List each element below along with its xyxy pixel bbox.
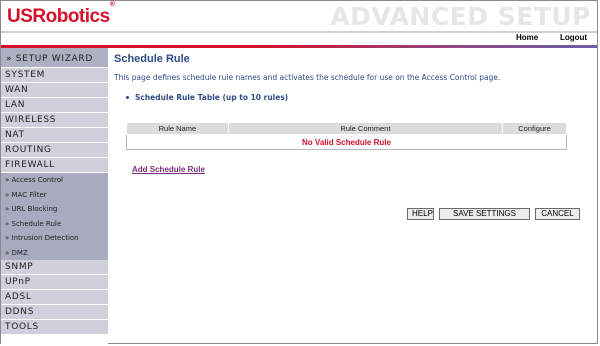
advanced-setup-watermark: ADVANCED SETUP [330, 2, 591, 31]
firewall-submenu: » Access Control » MAC Filter » URL Bloc… [1, 173, 108, 260]
app-window: USRobotics® ADVANCED SETUP Home Logout »… [0, 0, 598, 345]
sidebar-sub-url-blocking[interactable]: » URL Blocking [1, 202, 108, 217]
page-description: This page defines schedule rule names an… [114, 73, 501, 82]
sidebar-item-setup-wizard[interactable]: » SETUP WIZARD [1, 48, 108, 68]
logo-text: USRobotics [7, 6, 110, 27]
header: USRobotics® ADVANCED SETUP [1, 1, 597, 31]
cancel-button[interactable]: CANCEL [535, 208, 580, 220]
column-rule-comment: Rule Comment [227, 122, 504, 135]
sidebar-item-wan[interactable]: WAN [1, 83, 108, 98]
table-row: No Valid Schedule Rule [126, 134, 567, 150]
sidebar-item-routing[interactable]: ROUTING [1, 143, 108, 158]
sidebar-item-nat[interactable]: NAT [1, 128, 108, 143]
table-heading: Schedule Rule Table (up to 10 rules) [126, 93, 594, 102]
page-title: Schedule Rule [114, 53, 190, 65]
column-configure: Configure [502, 122, 567, 135]
column-rule-name: Rule Name [126, 122, 229, 135]
sidebar: » SETUP WIZARD SYSTEM WAN LAN WIRELESS N… [1, 48, 108, 345]
sidebar-item-ddns[interactable]: DDNS [1, 305, 108, 320]
bullet-icon [126, 95, 129, 99]
sidebar-item-adsl[interactable]: ADSL [1, 290, 108, 305]
logo-mark: ® [109, 0, 115, 8]
sidebar-item-firewall[interactable]: FIREWALL [1, 158, 108, 173]
main-content: Schedule Rule This page defines schedule… [114, 53, 594, 220]
sidebar-sub-mac-filter[interactable]: » MAC Filter [1, 188, 108, 203]
logout-link[interactable]: Logout [560, 33, 587, 42]
save-settings-button[interactable]: SAVE SETTINGS [439, 208, 530, 220]
help-button[interactable]: HELP [407, 208, 434, 220]
schedule-rule-table: Rule Name Rule Comment Configure No Vali… [126, 122, 567, 150]
sidebar-sub-schedule-rule[interactable]: » Schedule Rule [1, 217, 108, 232]
empty-table-message: No Valid Schedule Rule [126, 134, 567, 150]
sidebar-sub-intrusion-detection[interactable]: » Intrusion Detection [1, 231, 108, 246]
sidebar-item-wireless[interactable]: WIRELESS [1, 113, 108, 128]
brand-logo: USRobotics® [7, 1, 115, 28]
sidebar-item-system[interactable]: SYSTEM [1, 68, 108, 83]
home-link[interactable]: Home [516, 33, 538, 42]
sidebar-item-upnp[interactable]: UPnP [1, 275, 108, 290]
add-schedule-rule-link[interactable]: Add Schedule Rule [132, 165, 205, 174]
accent-bar-gradient [261, 45, 597, 48]
sidebar-item-snmp[interactable]: SNMP [1, 260, 108, 275]
sidebar-item-tools[interactable]: TOOLS [1, 320, 108, 335]
table-heading-text: Schedule Rule Table (up to 10 rules) [135, 93, 289, 102]
sidebar-item-lan[interactable]: LAN [1, 98, 108, 113]
sidebar-sub-dmz[interactable]: » DMZ [1, 246, 108, 261]
table-header-row: Rule Name Rule Comment Configure [126, 122, 567, 135]
top-nav: Home Logout [1, 33, 597, 45]
sidebar-sub-access-control[interactable]: » Access Control [1, 173, 108, 188]
